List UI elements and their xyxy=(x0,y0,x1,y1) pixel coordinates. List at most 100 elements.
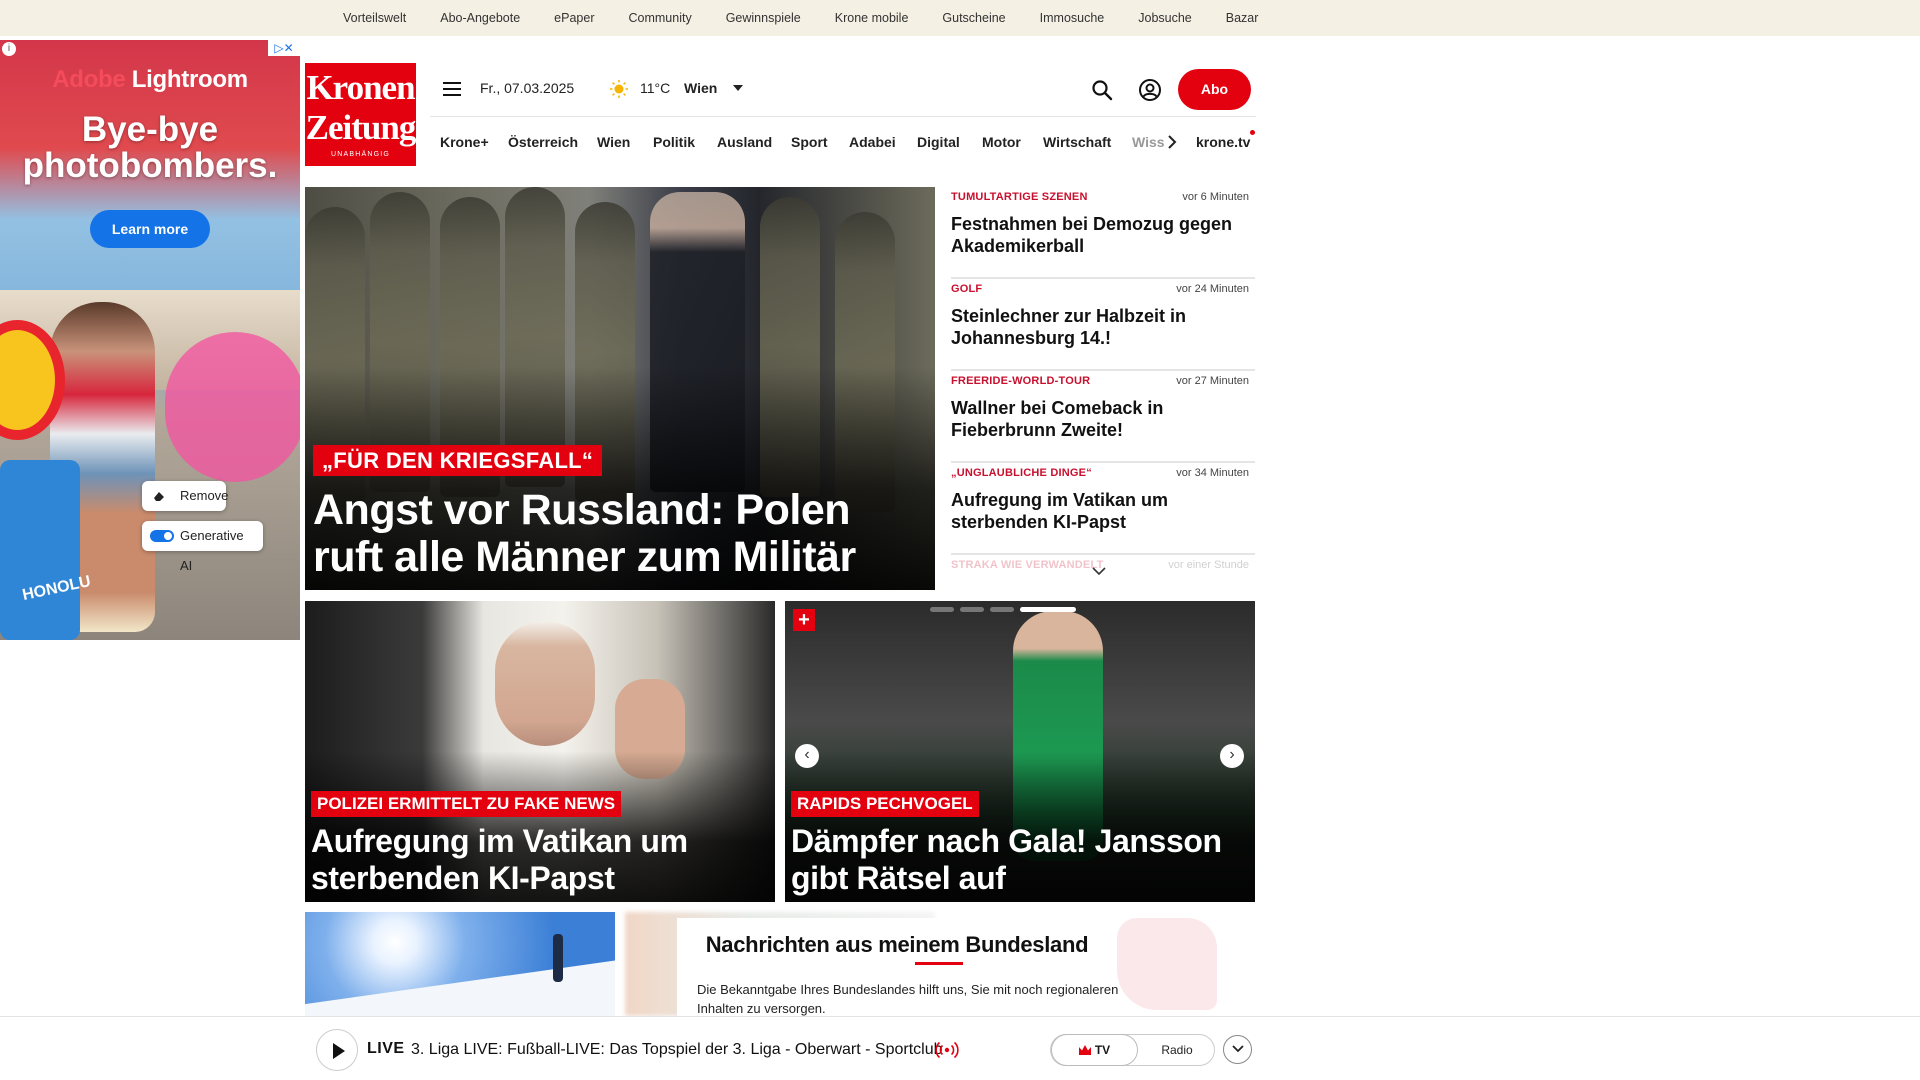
toggle-icon xyxy=(150,530,174,542)
ticker-title[interactable]: Festnahmen bei Demozug gegen Akademikerb… xyxy=(951,213,1241,257)
nav-item-ausland[interactable]: Ausland xyxy=(717,117,772,167)
ticker-time: vor 34 Minuten xyxy=(1176,467,1249,479)
ad-brand-adobe: Adobe xyxy=(52,66,126,93)
ad-cup-figure: HONOLU xyxy=(0,460,92,640)
search-icon[interactable] xyxy=(1090,78,1114,102)
ticker-category: „UNGLAUBLICHE DINGE“ xyxy=(951,467,1092,479)
title-underline xyxy=(915,962,963,965)
topbar-link-jobsuche[interactable]: Jobsuche xyxy=(1138,0,1192,36)
tv-tab[interactable]: TV xyxy=(1051,1034,1138,1066)
abo-button[interactable]: Abo xyxy=(1178,69,1251,110)
topbar-link-community[interactable]: Community xyxy=(628,0,691,36)
broadcast-icon xyxy=(935,1041,959,1059)
ticker-time: vor 27 Minuten xyxy=(1176,375,1249,387)
nav-item-wirtschaft[interactable]: Wirtschaft xyxy=(1043,117,1111,167)
ticker-title[interactable]: Steinlechner zur Halbzeit in Johannesbur… xyxy=(951,305,1241,349)
teaser-title[interactable]: Aufregung im Vatikan um sterbenden KI-Pa… xyxy=(311,823,771,897)
nav-item-overflow[interactable]: Wiss xyxy=(1132,117,1165,167)
ad-remove-chip: Remove xyxy=(142,481,229,511)
chevron-down-icon[interactable] xyxy=(733,85,743,91)
tv-tab-label: TV xyxy=(1094,1043,1111,1057)
topbar-link-krone-mobile[interactable]: Krone mobile xyxy=(835,0,909,36)
crown-icon xyxy=(1079,1045,1091,1055)
live-indicator-dot xyxy=(1250,130,1255,135)
hero-title[interactable]: Angst vor Russland: Polen ruft alle Männ… xyxy=(313,487,913,581)
live-stream-title[interactable]: 3. Liga LIVE: Fußball-LIVE: Das Topspiel… xyxy=(411,1041,943,1059)
nav-item-motor[interactable]: Motor xyxy=(982,117,1021,167)
hero-article[interactable]: „FÜR DEN KRIEGSFALL“ Angst vor Russland:… xyxy=(305,187,935,590)
bundesland-text: Die Bekanntgabe Ihres Bundeslandes hilft… xyxy=(697,982,1119,1016)
topbar-link-gewinnspiele[interactable]: Gewinnspiele xyxy=(726,0,801,36)
play-button[interactable] xyxy=(316,1029,358,1071)
ticker-category: STRAKA WIE VERWANDELT xyxy=(951,559,1104,571)
bundesland-title: Nachrichten aus meinem Bundesland xyxy=(705,932,1089,957)
teaser-title[interactable]: Dämpfer nach Gala! Jansson gibt Rätsel a… xyxy=(791,823,1251,897)
chevron-down-icon xyxy=(1232,1045,1244,1053)
carousel-dot[interactable] xyxy=(930,607,954,612)
topbar-link-bazar[interactable]: Bazar xyxy=(1226,0,1259,36)
chevron-right-icon[interactable] xyxy=(1165,134,1179,150)
ticker-item[interactable]: TUMULTARTIGE SZENEN vor 6 Minuten Festna… xyxy=(951,187,1255,279)
adobe-lightroom-ad[interactable]: HONOLU Adobe Lightroom Bye-bye photobomb… xyxy=(0,40,300,640)
nav-item-politik[interactable]: Politik xyxy=(653,117,695,167)
live-label: LIVE xyxy=(367,1040,405,1057)
tv-radio-toggle: TV Radio xyxy=(1050,1034,1215,1066)
chevron-down-icon[interactable] xyxy=(1091,566,1107,576)
topbar-link-vorteilswelt[interactable]: Vorteilswelt xyxy=(343,0,406,36)
nav-item-adabei[interactable]: Adabei xyxy=(849,117,896,167)
ad-info-icon[interactable]: i xyxy=(2,42,16,56)
main-navigation: Krone+ Österreich Wien Politik Ausland S… xyxy=(430,116,1256,166)
carousel-dot[interactable] xyxy=(960,607,984,612)
teaser-image-mountain[interactable] xyxy=(305,912,615,1016)
user-account-icon[interactable] xyxy=(1138,78,1162,102)
bundesland-prompt: Nachrichten aus meinem Bundesland Die Be… xyxy=(677,918,1252,1016)
radio-tab[interactable]: Radio xyxy=(1141,1035,1213,1065)
teaser-article[interactable]: POLIZEI ERMITTELT ZU FAKE NEWS Aufregung… xyxy=(305,601,775,902)
ticker-time: vor 6 Minuten xyxy=(1182,191,1249,203)
nav-item-oesterreich[interactable]: Österreich xyxy=(508,117,578,167)
ad-learn-more-button[interactable]: Learn more xyxy=(90,210,210,248)
sun-icon xyxy=(610,80,628,98)
live-player-bar: LIVE 3. Liga LIVE: Fußball-LIVE: Das Top… xyxy=(0,1016,1920,1080)
topbar-link-immosuche[interactable]: Immosuche xyxy=(1040,0,1105,36)
logo-line-2: Zeitung xyxy=(305,108,417,147)
carousel-prev-button[interactable]: ‹ xyxy=(795,744,819,768)
ticker-time: vor einer Stunde xyxy=(1168,559,1249,571)
carousel-dot-active[interactable] xyxy=(1020,607,1076,612)
teaser-kicker: RAPIDS PECHVOGEL xyxy=(791,791,979,817)
ticker-title[interactable]: Wallner bei Comeback in Fieberbrunn Zwei… xyxy=(951,397,1241,441)
city-selector[interactable]: Wien xyxy=(684,80,717,96)
topbar-link-gutscheine[interactable]: Gutscheine xyxy=(942,0,1005,36)
expand-player-button[interactable] xyxy=(1223,1035,1252,1064)
hamburger-menu-icon[interactable] xyxy=(443,82,461,96)
ad-highlighted-person xyxy=(165,332,300,482)
ad-remove-label: Remove xyxy=(180,488,229,503)
topbar-link-epaper[interactable]: ePaper xyxy=(554,0,594,36)
top-utility-bar: Vorteilswelt Abo-Angebote ePaper Communi… xyxy=(0,0,1920,36)
ticker-category: TUMULTARTIGE SZENEN xyxy=(951,191,1088,203)
ticker-item[interactable]: „UNGLAUBLICHE DINGE“ vor 34 Minuten Aufr… xyxy=(951,463,1255,555)
carousel-dot[interactable] xyxy=(990,607,1014,612)
teaser-article-carousel[interactable]: + ‹ › RAPIDS PECHVOGEL Dämpfer nach Gala… xyxy=(785,601,1255,902)
ticker-time: vor 24 Minuten xyxy=(1176,283,1249,295)
nav-item-sport[interactable]: Sport xyxy=(791,117,828,167)
ticker-category: GOLF xyxy=(951,283,983,295)
nav-item-krone-tv[interactable]: krone.tv xyxy=(1196,117,1250,167)
ad-choices-icon[interactable]: ▷✕ xyxy=(268,40,300,56)
ticker-item[interactable]: FREERIDE-WORLD-TOUR vor 27 Minuten Walln… xyxy=(951,371,1255,463)
logo-tagline: UNABHÄNGIG xyxy=(330,151,391,158)
nav-item-krone-plus[interactable]: Krone+ xyxy=(440,117,489,167)
ad-brand: Adobe Lightroom xyxy=(0,66,300,94)
nav-item-digital[interactable]: Digital xyxy=(917,117,960,167)
temperature: 11°C xyxy=(640,80,671,96)
kronen-zeitung-logo[interactable]: Kronen Zeitung UNABHÄNGIG xyxy=(305,63,416,166)
eraser-icon xyxy=(154,492,164,501)
ticker-title[interactable]: Aufregung im Vatikan um sterbenden KI-Pa… xyxy=(951,489,1241,533)
ticker-category: FREERIDE-WORLD-TOUR xyxy=(951,375,1091,387)
topbar-link-abo-angebote[interactable]: Abo-Angebote xyxy=(440,0,520,36)
krone-plus-badge: + xyxy=(793,609,815,631)
hiker-figure xyxy=(553,934,563,982)
nav-item-wien[interactable]: Wien xyxy=(597,117,630,167)
carousel-next-button[interactable]: › xyxy=(1220,744,1244,768)
ticker-item[interactable]: GOLF vor 24 Minuten Steinlechner zur Hal… xyxy=(951,279,1255,371)
